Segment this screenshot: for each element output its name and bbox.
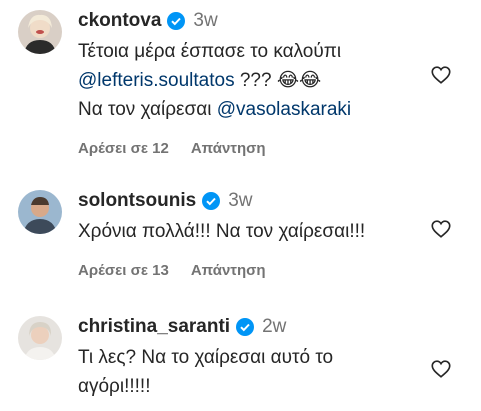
comment-text: Τι λες? Να το χαίρεσαι αυτό το αγόρι!!!!… bbox=[78, 343, 333, 401]
likes-count[interactable]: Αρέσει σε 12 bbox=[78, 140, 169, 157]
heart-icon[interactable] bbox=[430, 358, 452, 380]
heart-icon[interactable] bbox=[430, 64, 452, 86]
comment-line: αγόρι!!!!! bbox=[78, 376, 151, 397]
comment-text: Χρόνια πολλά!!! Να τον χαίρεσαι!!! bbox=[78, 221, 366, 242]
timestamp: 2w bbox=[262, 316, 287, 337]
mention-link[interactable]: @lefteris.soultatos bbox=[78, 70, 235, 91]
comment-line: ??? 😂😂 bbox=[234, 70, 322, 91]
timestamp: 3w bbox=[228, 190, 253, 211]
username[interactable]: solontsounis bbox=[78, 190, 196, 212]
comment-line: Τι λες? Να το χαίρεσαι αυτό το bbox=[78, 347, 334, 368]
timestamp: 3w bbox=[193, 10, 218, 31]
username[interactable]: christina_saranti bbox=[78, 316, 230, 338]
likes-count[interactable]: Αρέσει σε 13 bbox=[78, 262, 169, 279]
comment-line: Τέτοια μέρα έσπασε το καλούπι bbox=[78, 41, 342, 62]
reply-button[interactable]: Απάντηση bbox=[191, 262, 266, 279]
avatar[interactable] bbox=[18, 10, 62, 54]
avatar[interactable] bbox=[18, 316, 62, 360]
comment-line: Να τον χαίρεσαι bbox=[78, 99, 217, 120]
mention-link[interactable]: @vasolaskaraki bbox=[217, 99, 351, 120]
avatar[interactable] bbox=[18, 190, 62, 234]
username[interactable]: ckontova bbox=[78, 10, 161, 32]
comment-text: Τέτοια μέρα έσπασε το καλούπι @lefteris.… bbox=[78, 37, 351, 124]
verified-badge-icon bbox=[236, 318, 255, 336]
reply-button[interactable]: Απάντηση bbox=[191, 140, 266, 157]
heart-icon[interactable] bbox=[430, 218, 452, 240]
verified-badge-icon bbox=[167, 12, 186, 30]
verified-badge-icon bbox=[202, 192, 221, 210]
